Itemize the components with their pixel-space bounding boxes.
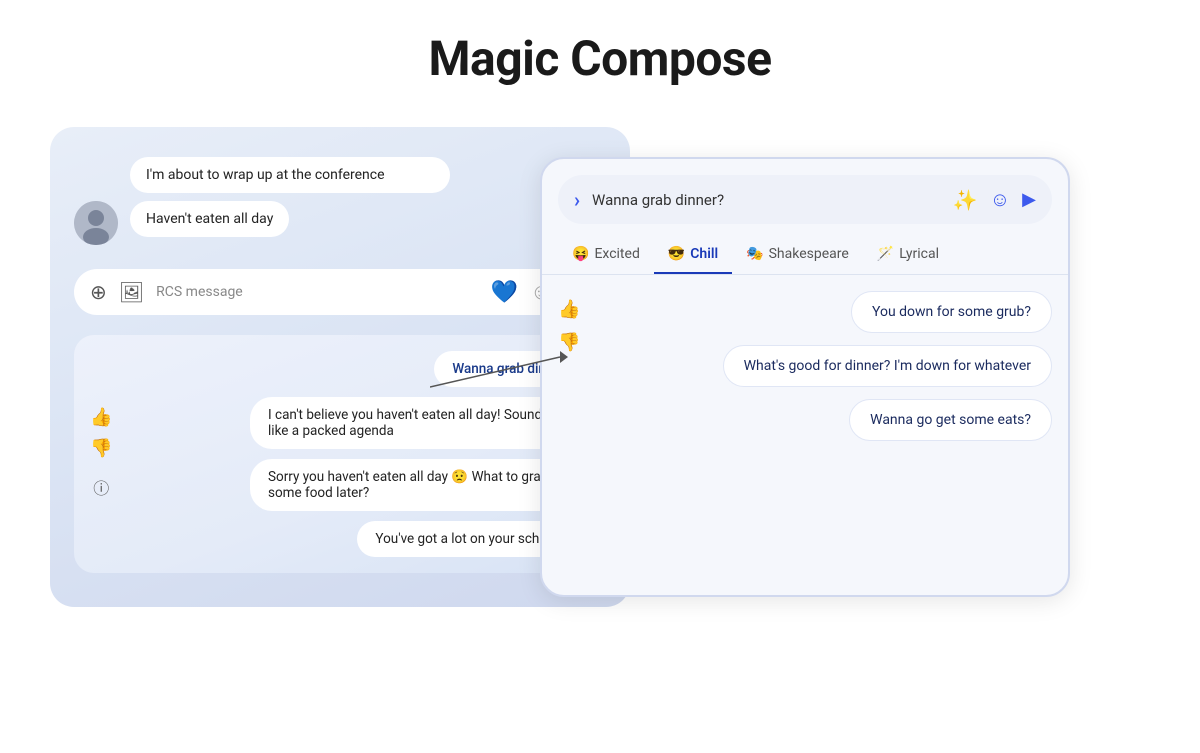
right-feedback-icons: 👍 👎: [558, 291, 580, 441]
right-input-icons: ✨ ☺ ▶: [953, 187, 1036, 212]
feedback-column: 👍 👎 ⓘ: [90, 397, 112, 557]
suggestion-bubble-2[interactable]: Sorry you haven't eaten all day 😟 What t…: [250, 459, 590, 511]
suggestions-with-feedback: 👍 👎 ⓘ I can't believe you haven't eaten …: [90, 397, 590, 557]
thumbdown-icon[interactable]: 👎: [90, 438, 112, 459]
received-msg-group: Haven't eaten all day: [74, 201, 606, 245]
received-bubble-1: I'm about to wrap up at the conference: [130, 157, 450, 193]
magic-wand-icon[interactable]: ✨: [953, 188, 978, 212]
thumbup-icon[interactable]: 👍: [90, 407, 112, 428]
right-suggestion-1[interactable]: You down for some grub?: [851, 291, 1052, 333]
suggestion-bubbles: I can't believe you haven't eaten all da…: [120, 397, 590, 557]
chevron-icon[interactable]: ›: [574, 188, 580, 212]
send-icon[interactable]: ▶: [1022, 189, 1036, 210]
main-content: I'm about to wrap up at the conference H…: [50, 127, 1150, 607]
add-icon[interactable]: ⊕: [90, 280, 107, 304]
info-icon[interactable]: ⓘ: [93, 475, 109, 499]
right-input-bar: › Wanna grab dinner? ✨ ☺ ▶: [558, 175, 1052, 224]
suggestions-panel: Wanna grab dinner? 👍 👎 ⓘ I can't believe…: [74, 335, 606, 573]
tabs-row: 😝 Excited 😎 Chill 🎭 Shakespeare 🪄 Lyrica…: [542, 236, 1068, 275]
right-suggestion-bubbles: You down for some grub? What's good for …: [592, 291, 1052, 441]
rcs-input-bar: ⊕ 🖼 RCS message 💙 ☺ 🎙: [74, 269, 606, 315]
right-suggestion-2[interactable]: What's good for dinner? I'm down for wha…: [723, 345, 1052, 387]
rcs-input-text[interactable]: RCS message: [156, 284, 479, 300]
attach-icon[interactable]: 🖼: [119, 280, 144, 304]
right-panel: › Wanna grab dinner? ✨ ☺ ▶ 😝 Excited 😎 C…: [540, 157, 1070, 597]
avatar: [74, 201, 118, 245]
right-suggestion-3[interactable]: Wanna go get some eats?: [849, 399, 1052, 441]
tab-lyrical[interactable]: 🪄 Lyrical: [863, 236, 953, 274]
right-thumbdown-icon[interactable]: 👎: [558, 332, 580, 353]
page-title: Magic Compose: [428, 30, 771, 87]
magic-heart-icon[interactable]: 💙: [491, 280, 518, 305]
right-suggestions: 👍 👎 You down for some grub? What's good …: [542, 291, 1068, 457]
received-bubbles: Haven't eaten all day: [130, 201, 289, 237]
received-messages: I'm about to wrap up at the conference H…: [74, 157, 606, 245]
right-input-text[interactable]: Wanna grab dinner?: [592, 191, 941, 209]
received-bubble-2: Haven't eaten all day: [130, 201, 289, 237]
tab-shakespeare[interactable]: 🎭 Shakespeare: [732, 236, 863, 274]
tab-excited[interactable]: 😝 Excited: [558, 236, 654, 274]
tab-chill[interactable]: 😎 Chill: [654, 236, 732, 274]
emoji-icon-right[interactable]: ☺: [990, 187, 1010, 212]
right-thumbup-icon[interactable]: 👍: [558, 299, 580, 320]
suggestion-bubble-1[interactable]: I can't believe you haven't eaten all da…: [250, 397, 590, 449]
